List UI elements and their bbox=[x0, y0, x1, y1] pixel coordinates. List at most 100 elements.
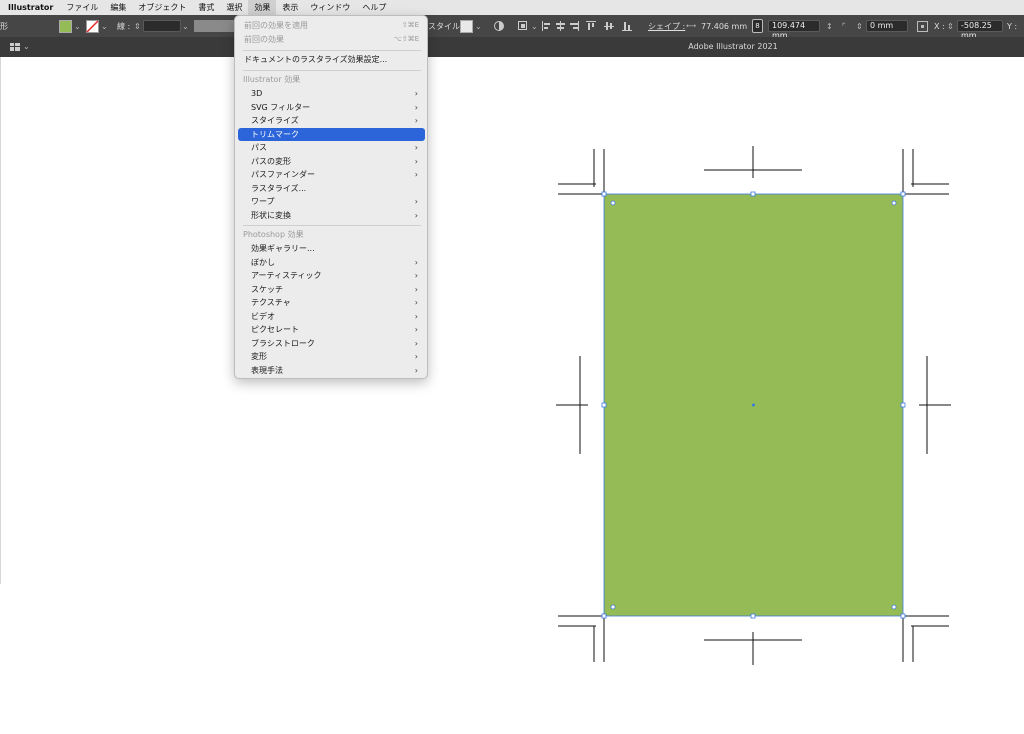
chevron-down-icon[interactable]: ⌄ bbox=[531, 15, 538, 37]
fill-swatch[interactable] bbox=[59, 19, 72, 33]
reference-point-icon[interactable] bbox=[917, 20, 928, 32]
width-field[interactable]: 77.406 mm bbox=[701, 15, 747, 37]
illustrator-effects-header: Illustrator 効果 bbox=[243, 75, 301, 84]
chevron-right-icon: › bbox=[414, 257, 418, 267]
menu-item-label: ぼかし bbox=[251, 257, 275, 267]
stroke-none-icon[interactable] bbox=[86, 19, 99, 33]
stepper-icon[interactable]: ⇕ bbox=[947, 15, 954, 37]
menu-item[interactable]: ブラシストローク › bbox=[238, 337, 425, 350]
menubar-item[interactable]: オブジェクト bbox=[132, 0, 192, 15]
menu-item[interactable]: スケッチ › bbox=[238, 283, 425, 296]
menu-item[interactable]: 効果ギャラリー... bbox=[238, 242, 425, 255]
menu-item-label: スタイライズ bbox=[251, 116, 299, 125]
menu-item[interactable]: テクスチャ › bbox=[238, 296, 425, 309]
stepper-icon[interactable]: ⇕ bbox=[856, 15, 863, 37]
menu-item[interactable]: 変形 › bbox=[238, 350, 425, 363]
menu-item-label: ピクセレート bbox=[251, 325, 299, 334]
shape-label[interactable]: シェイプ : bbox=[648, 15, 685, 37]
chevron-right-icon: › bbox=[414, 271, 418, 280]
document-title-bar: ⌄ Adobe Illustrator 2021 bbox=[0, 37, 1024, 57]
menubar-item[interactable]: 効果 bbox=[248, 0, 277, 15]
style-swatch[interactable] bbox=[460, 19, 473, 33]
menu-item-label: ラスタライズ... bbox=[251, 183, 307, 193]
menu-item[interactable]: 3D › bbox=[238, 87, 425, 100]
menu-item[interactable]: パスファインダー › bbox=[238, 168, 425, 181]
recolor-icon[interactable] bbox=[494, 21, 504, 31]
corner-icon: ⌜ bbox=[842, 21, 846, 31]
menubar-item[interactable]: ファイル bbox=[60, 0, 104, 15]
chevron-right-icon: › bbox=[414, 170, 418, 179]
link-icon[interactable]: 8 bbox=[752, 19, 763, 33]
menubar-item[interactable]: 選択 bbox=[220, 0, 248, 15]
menu-separator bbox=[243, 50, 421, 51]
menu-item[interactable]: SVG フィルター › bbox=[238, 101, 425, 114]
chevron-right-icon: › bbox=[414, 143, 418, 152]
menu-item-label: スケッチ bbox=[251, 284, 283, 294]
menu-item[interactable]: ラスタライズ... bbox=[238, 182, 425, 195]
align-buttons[interactable] bbox=[542, 21, 640, 31]
chevron-right-icon: › bbox=[414, 352, 418, 361]
menubar-item[interactable]: ヘルプ bbox=[356, 0, 392, 15]
chevron-down-icon[interactable]: ⌄ bbox=[101, 15, 108, 37]
menubar-item[interactable]: 書式 bbox=[192, 0, 220, 15]
chevron-right-icon: › bbox=[414, 284, 418, 294]
menu-item[interactable]: 表現手法 › bbox=[238, 364, 425, 377]
window-title: Adobe Illustrator 2021 bbox=[688, 42, 778, 51]
menu-item-label: SVG フィルター bbox=[251, 102, 311, 112]
menu-item[interactable]: ワープ › bbox=[238, 195, 425, 208]
chevron-right-icon: › bbox=[414, 102, 418, 112]
chevron-right-icon: › bbox=[414, 298, 418, 307]
chevron-down-icon[interactable]: ⌄ bbox=[182, 15, 189, 37]
menu-item[interactable]: ピクセレート › bbox=[238, 323, 425, 336]
menu-item[interactable]: スタイライズ › bbox=[238, 114, 425, 127]
menubar-item[interactable]: ウィンドウ bbox=[304, 0, 356, 15]
align-to-icon[interactable] bbox=[518, 21, 530, 31]
menu-item-apply-last-effect[interactable]: 前回の効果を適用 ⇧⌘E bbox=[238, 19, 425, 32]
menu-item[interactable]: 形状に変換 › bbox=[238, 209, 425, 222]
menubar-item[interactable]: 表示 bbox=[276, 0, 304, 15]
control-left-label: 形 bbox=[0, 21, 8, 31]
menu-item-label: ブラシストローク bbox=[251, 338, 315, 348]
x-field[interactable]: -508.25 mm bbox=[957, 20, 1003, 40]
menu-item[interactable]: パスの変形 › bbox=[238, 155, 425, 168]
menu-bar: Illustrator ファイル 編集 オブジェクト 書式 選択 効果 表示 ウィンドウ ヘルプ bbox=[0, 0, 1024, 15]
chevron-right-icon: › bbox=[414, 338, 418, 348]
chevron-right-icon: › bbox=[414, 311, 418, 321]
artboard-canvas[interactable] bbox=[0, 57, 1024, 734]
menu-item-label: テクスチャ bbox=[251, 298, 291, 307]
chevron-right-icon: › bbox=[414, 365, 418, 375]
effect-menu-dropdown: 前回の効果を適用 ⇧⌘E 前回の効果 ⌥⇧⌘E ドキュメントのラスタライズ効果設定.… bbox=[234, 15, 428, 379]
corner-field[interactable]: 0 mm bbox=[866, 20, 908, 32]
menu-item-last-effect[interactable]: 前回の効果 ⌥⇧⌘E bbox=[238, 33, 425, 46]
menu-item-label: ビデオ bbox=[251, 311, 275, 321]
menu-item-label: 3D bbox=[251, 89, 263, 98]
menu-item-label: パスの変形 bbox=[251, 156, 291, 166]
variable-width-profile[interactable] bbox=[194, 20, 234, 32]
menu-item-label: 効果ギャラリー... bbox=[251, 244, 315, 253]
menu-separator bbox=[243, 70, 421, 71]
menu-item-label: トリムマーク bbox=[251, 129, 299, 139]
photoshop-effects-header: Photoshop 効果 bbox=[243, 230, 304, 239]
width-icon: ⟷ bbox=[686, 22, 697, 30]
menu-item-document-raster-settings[interactable]: ドキュメントのラスタライズ効果設定... bbox=[238, 53, 425, 66]
app-menu[interactable]: Illustrator bbox=[0, 3, 60, 12]
stroke-width-field[interactable] bbox=[143, 20, 181, 32]
chevron-right-icon: › bbox=[414, 116, 418, 125]
menu-item[interactable]: ビデオ › bbox=[238, 310, 425, 323]
menu-item[interactable]: パス › bbox=[238, 141, 425, 154]
chevron-down-icon[interactable]: ⌄ bbox=[475, 15, 482, 37]
height-field[interactable]: 109.474 mm bbox=[768, 20, 820, 40]
control-bar: 形 ⌄ ⌄ 線 : ⇕ ⌄ スタイル : ⌄ ⌄ シェイプ : ⟷ 77.406 bbox=[0, 15, 1024, 40]
chevron-down-icon[interactable]: ⌄ bbox=[74, 15, 81, 37]
menubar-item[interactable]: 編集 bbox=[104, 0, 132, 15]
menu-item[interactable]: アーティスティック › bbox=[238, 269, 425, 282]
menu-item[interactable]: ぼかし › bbox=[238, 256, 425, 269]
stepper-icon[interactable]: ⇕ bbox=[134, 15, 141, 37]
menu-item[interactable]: トリムマーク bbox=[238, 127, 425, 141]
menu-item-label: 変形 bbox=[251, 352, 267, 361]
stroke-label: 線 : bbox=[117, 21, 131, 31]
x-label: X : bbox=[934, 21, 945, 31]
chevron-right-icon: › bbox=[414, 89, 418, 98]
menu-separator bbox=[243, 225, 421, 226]
menu-item-label: ワープ bbox=[251, 197, 275, 206]
